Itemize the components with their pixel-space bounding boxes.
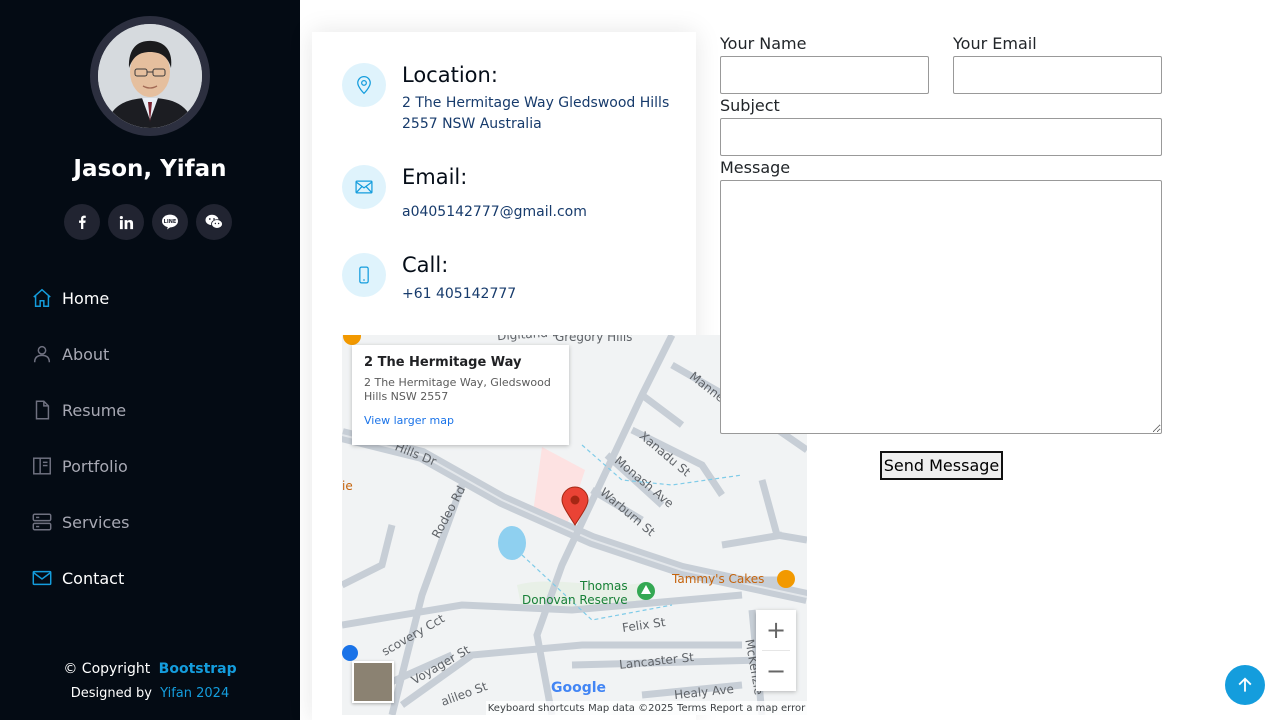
credits-text: Designed by xyxy=(70,686,152,701)
envelope-icon xyxy=(30,566,54,590)
nav-item-label: Home xyxy=(62,288,110,308)
view-larger-map-link[interactable]: View larger map xyxy=(364,414,557,427)
profile-name: Jason, Yifan xyxy=(73,156,227,182)
call-text[interactable]: +61 405142777 xyxy=(402,284,672,305)
google-logo-text: Google xyxy=(551,680,607,696)
nav-item-services[interactable]: Services xyxy=(30,494,270,550)
phone-icon xyxy=(342,253,386,297)
location-title: Location: xyxy=(402,63,498,87)
location-text: 2 The Hermitage Way Gledswood Hills 2557… xyxy=(402,95,670,132)
subject-input[interactable] xyxy=(720,118,1162,156)
map-place-address: 2 The Hermitage Way, Gledswood Hills NSW… xyxy=(364,376,551,403)
facebook-icon[interactable] xyxy=(64,204,100,240)
report-map-error-link[interactable]: Report a map error xyxy=(710,703,805,714)
email-input[interactable] xyxy=(953,56,1162,94)
send-message-button[interactable]: Send Message xyxy=(880,451,1003,480)
social-links: LINE xyxy=(64,204,232,240)
file-icon xyxy=(30,398,54,422)
message-textarea[interactable] xyxy=(720,180,1162,434)
satellite-toggle[interactable] xyxy=(352,661,394,703)
google-logo: Google xyxy=(551,680,606,696)
map-place-card: 2 The Hermitage Way 2 The Hermitage Way,… xyxy=(352,345,569,445)
avatar-frame xyxy=(90,16,210,136)
arrow-up-icon xyxy=(1238,677,1252,692)
name-input[interactable] xyxy=(720,56,929,94)
envelope-icon xyxy=(342,165,386,209)
map-data-text: Map data ©2025 xyxy=(588,702,674,714)
nav-item-label: Portfolio xyxy=(62,456,128,476)
copyright-text: © Copyright xyxy=(63,661,151,677)
nav-item-portfolio[interactable]: Portfolio xyxy=(30,438,270,494)
nav-item-label: Services xyxy=(62,512,130,532)
map-label-ie: ie xyxy=(342,479,353,493)
book-icon xyxy=(30,454,54,478)
zoom-in-button[interactable]: + xyxy=(756,610,796,650)
name-label: Your Name xyxy=(720,34,807,53)
back-to-top-button[interactable] xyxy=(1225,665,1265,705)
zoom-out-button[interactable]: − xyxy=(756,651,796,691)
linkedin-icon[interactable] xyxy=(108,204,144,240)
nav-item-about[interactable]: About xyxy=(30,326,270,382)
terms-link[interactable]: Terms xyxy=(677,703,706,714)
subject-label: Subject xyxy=(720,96,780,115)
map-label-gregory-hills: Gregory Hills xyxy=(555,335,633,344)
nav-menu: Home About Resume Portfolio Services Con… xyxy=(30,270,270,606)
home-icon xyxy=(30,286,54,310)
nav-item-label: About xyxy=(62,344,110,364)
line-icon[interactable]: LINE xyxy=(152,204,188,240)
email-label: Your Email xyxy=(953,34,1037,53)
nav-item-resume[interactable]: Resume xyxy=(30,382,270,438)
copyright-link[interactable]: Bootstrap xyxy=(159,661,237,677)
message-label: Message xyxy=(720,158,791,177)
map-label-donovan-reserve: Donovan Reserve xyxy=(522,593,628,607)
sidebar: Jason, Yifan LINE Home About Resume Port… xyxy=(0,0,300,720)
call-title: Call: xyxy=(402,253,449,277)
nav-item-contact[interactable]: Contact xyxy=(30,550,270,606)
footer-copyright: © Copyright Bootstrap xyxy=(0,661,300,677)
footer-credits: Designed by Yifan 2024 xyxy=(0,686,300,701)
credits-link[interactable]: Yifan 2024 xyxy=(160,686,229,701)
map-attribution: Keyboard shortcuts Map data ©2025 Terms … xyxy=(486,701,807,715)
nav-item-label: Contact xyxy=(62,568,125,588)
email-title: Email: xyxy=(402,165,468,189)
svg-text:LINE: LINE xyxy=(164,219,177,225)
nav-item-label: Resume xyxy=(62,400,127,420)
person-icon xyxy=(30,342,54,366)
nav-item-home[interactable]: Home xyxy=(30,270,270,326)
email-text[interactable]: a0405142777@gmail.com xyxy=(402,202,672,223)
map-zoom-control: + − xyxy=(756,610,796,691)
map-pin-icon xyxy=(342,63,386,107)
server-icon xyxy=(30,510,54,534)
keyboard-shortcuts-link[interactable]: Keyboard shortcuts xyxy=(488,703,585,714)
map-label-tammys-cakes[interactable]: Tammy's Cakes xyxy=(672,572,764,586)
map-label-thomas: Thomas xyxy=(580,579,628,593)
avatar xyxy=(98,24,202,128)
wechat-icon[interactable] xyxy=(196,204,232,240)
profile-photo xyxy=(98,24,202,128)
map-place-title: 2 The Hermitage Way xyxy=(364,355,522,370)
